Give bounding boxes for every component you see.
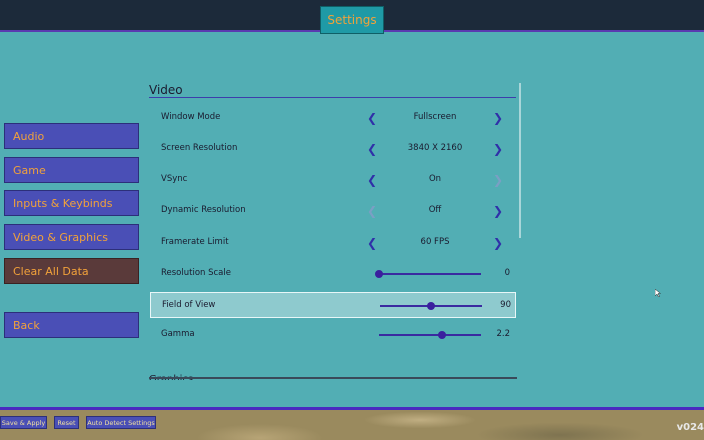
- option-row-window-mode: Window Mode ❮ Fullscreen ❯: [150, 105, 516, 131]
- slider-value: 2.2: [496, 329, 510, 339]
- chevron-left-icon[interactable]: ❮: [365, 172, 379, 188]
- reset-button[interactable]: Reset: [54, 416, 79, 429]
- chevron-right-icon[interactable]: ❯: [491, 110, 505, 126]
- sidebar-item-video-graphics[interactable]: Video & Graphics: [4, 224, 139, 250]
- save-apply-button[interactable]: Save & Apply: [0, 416, 47, 429]
- sidebar-item-game[interactable]: Game: [4, 157, 139, 183]
- slider-thumb[interactable]: [375, 270, 383, 278]
- slider-row-resolution-scale: Resolution Scale 0: [150, 261, 516, 287]
- option-label: Window Mode: [161, 112, 221, 122]
- scrollbar-thumb[interactable]: [519, 83, 521, 238]
- page-title: Settings: [320, 6, 384, 34]
- version-label: v024: [676, 422, 704, 433]
- option-row-vsync: VSync ❮ On ❯: [150, 167, 516, 193]
- slider-track[interactable]: [379, 334, 481, 336]
- option-label: Screen Resolution: [161, 143, 238, 153]
- option-label: Framerate Limit: [161, 237, 229, 247]
- back-button[interactable]: Back: [4, 312, 139, 338]
- chevron-left-icon: ❮: [366, 204, 378, 218]
- slider-row-gamma: Gamma 2.2: [150, 322, 516, 348]
- clear-all-data-button[interactable]: Clear All Data: [4, 258, 139, 284]
- chevron-right-icon[interactable]: ❯: [491, 235, 505, 251]
- auto-detect-settings-button[interactable]: Auto Detect Settings: [86, 416, 156, 429]
- slider-label: Gamma: [161, 329, 195, 339]
- slider-label: Field of View: [162, 300, 216, 310]
- option-value: 60 FPS: [420, 237, 450, 247]
- chevron-right-icon[interactable]: ❯: [491, 141, 505, 157]
- chevron-right-icon: ❯: [492, 173, 504, 187]
- section-divider: [149, 97, 516, 98]
- slider-thumb[interactable]: [427, 302, 435, 310]
- chevron-left-icon[interactable]: ❮: [365, 235, 379, 251]
- option-label: Dynamic Resolution: [161, 205, 246, 215]
- sidebar-item-audio[interactable]: Audio: [4, 123, 139, 149]
- option-row-screen-resolution: Screen Resolution ❮ 3840 X 2160 ❯: [150, 136, 516, 162]
- slider-value: 90: [500, 300, 511, 310]
- slider-label: Resolution Scale: [161, 268, 231, 278]
- slider-value: 0: [504, 268, 510, 278]
- chevron-right-icon[interactable]: ❯: [491, 203, 505, 219]
- option-value: Off: [428, 205, 442, 215]
- option-value: 3840 X 2160: [407, 143, 463, 153]
- option-row-framerate-limit: Framerate Limit ❮ 60 FPS ❯: [150, 230, 516, 256]
- list-bottom-divider: [149, 377, 517, 379]
- option-value: Fullscreen: [413, 112, 457, 122]
- option-label: VSync: [161, 174, 188, 184]
- option-row-dynamic-resolution: Dynamic Resolution ❮ Off ❯: [150, 198, 516, 224]
- option-value: On: [428, 174, 442, 184]
- slider-row-field-of-view: Field of View 90: [150, 292, 516, 318]
- slider-thumb[interactable]: [438, 331, 447, 339]
- mouse-cursor-icon: [655, 289, 661, 297]
- sidebar-item-inputs-keybinds[interactable]: Inputs & Keybinds: [4, 190, 139, 216]
- slider-track[interactable]: [379, 273, 481, 275]
- chevron-left-icon[interactable]: ❮: [365, 141, 379, 157]
- section-title-video: Video: [149, 83, 183, 97]
- chevron-left-icon[interactable]: ❮: [365, 110, 379, 126]
